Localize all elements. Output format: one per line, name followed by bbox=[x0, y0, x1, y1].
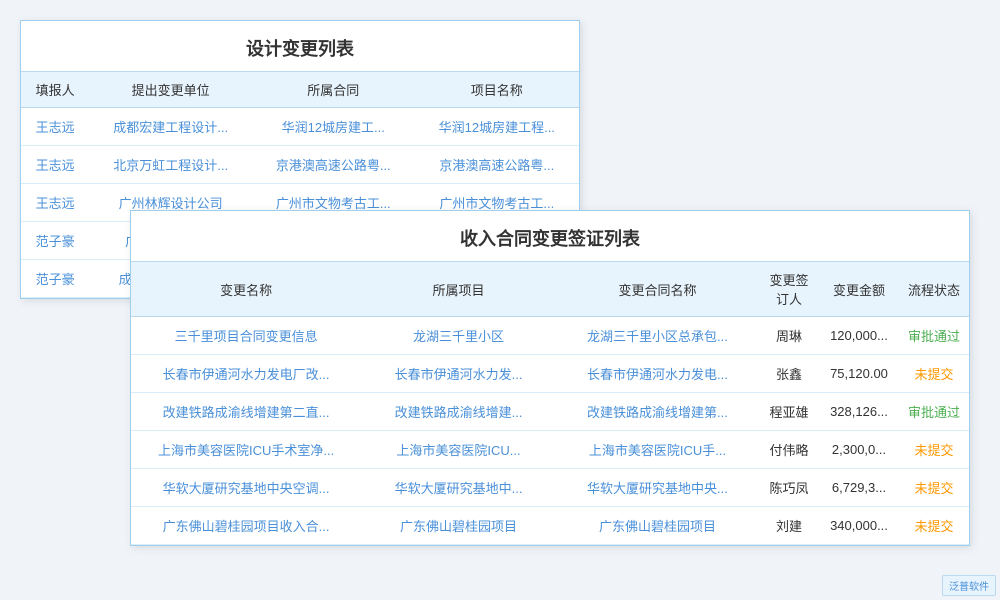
table-cell[interactable]: 广东佛山碧桂园项目 bbox=[556, 507, 759, 545]
table-cell: 2,300,0... bbox=[819, 431, 899, 469]
table-cell[interactable]: 上海市美容医院ICU... bbox=[361, 431, 556, 469]
col-change-name: 变更名称 bbox=[131, 262, 361, 317]
watermark: 泛普软件 bbox=[942, 575, 996, 596]
income-contract-header-row: 变更名称 所属项目 变更合同名称 变更签订人 变更金额 流程状态 bbox=[131, 262, 969, 317]
table-cell[interactable]: 王志远 bbox=[21, 108, 89, 146]
col-contract-name: 变更合同名称 bbox=[556, 262, 759, 317]
table-cell[interactable]: 王志远 bbox=[21, 184, 89, 222]
table-cell: 刘建 bbox=[759, 507, 819, 545]
table-cell: 陈巧凤 bbox=[759, 469, 819, 507]
table-cell: 未提交 bbox=[899, 355, 969, 393]
main-container: 设计变更列表 填报人 提出变更单位 所属合同 项目名称 王志远成都宏建工程设计.… bbox=[0, 0, 1000, 600]
table-cell[interactable]: 龙湖三千里小区 bbox=[361, 317, 556, 355]
table-cell[interactable]: 上海市美容医院ICU手术室净... bbox=[131, 431, 361, 469]
table-cell[interactable]: 广东佛山碧桂园项目收入合... bbox=[131, 507, 361, 545]
table-cell[interactable]: 成都宏建工程设计... bbox=[89, 108, 252, 146]
table-cell: 328,126... bbox=[819, 393, 899, 431]
table-cell[interactable]: 长春市伊通河水力发电厂改... bbox=[131, 355, 361, 393]
table-row: 改建铁路成渝线增建第二直...改建铁路成渝线增建...改建铁路成渝线增建第...… bbox=[131, 393, 969, 431]
income-contract-title: 收入合同变更签证列表 bbox=[131, 211, 969, 261]
table-cell[interactable]: 华软大厦研究基地中... bbox=[361, 469, 556, 507]
table-cell[interactable]: 北京万虹工程设计... bbox=[89, 146, 252, 184]
table-cell[interactable]: 华润12城房建工... bbox=[252, 108, 415, 146]
col-unit: 提出变更单位 bbox=[89, 72, 252, 108]
table-row: 广东佛山碧桂园项目收入合...广东佛山碧桂园项目广东佛山碧桂园项目刘建340,0… bbox=[131, 507, 969, 545]
table-cell[interactable]: 长春市伊通河水力发电... bbox=[556, 355, 759, 393]
col-reporter: 填报人 bbox=[21, 72, 89, 108]
table-row: 王志远北京万虹工程设计...京港澳高速公路粤...京港澳高速公路粤... bbox=[21, 146, 579, 184]
table-cell: 未提交 bbox=[899, 507, 969, 545]
table-cell[interactable]: 长春市伊通河水力发... bbox=[361, 355, 556, 393]
table-cell: 审批通过 bbox=[899, 393, 969, 431]
table-cell: 未提交 bbox=[899, 469, 969, 507]
table-cell: 付伟略 bbox=[759, 431, 819, 469]
col-amount: 变更金额 bbox=[819, 262, 899, 317]
table-cell[interactable]: 三千里项目合同变更信息 bbox=[131, 317, 361, 355]
table-cell[interactable]: 范子豪 bbox=[21, 260, 89, 298]
table-cell[interactable]: 改建铁路成渝线增建... bbox=[361, 393, 556, 431]
table-cell[interactable]: 范子豪 bbox=[21, 222, 89, 260]
col-status: 流程状态 bbox=[899, 262, 969, 317]
table-cell[interactable]: 广东佛山碧桂园项目 bbox=[361, 507, 556, 545]
table-cell[interactable]: 华软大厦研究基地中央空调... bbox=[131, 469, 361, 507]
table-cell: 75,120.00 bbox=[819, 355, 899, 393]
table-cell[interactable]: 王志远 bbox=[21, 146, 89, 184]
table-cell: 周琳 bbox=[759, 317, 819, 355]
table-cell: 程亚雄 bbox=[759, 393, 819, 431]
table-cell: 未提交 bbox=[899, 431, 969, 469]
income-contract-table-card: 收入合同变更签证列表 变更名称 所属项目 变更合同名称 变更签订人 变更金额 流… bbox=[130, 210, 970, 546]
table-row: 上海市美容医院ICU手术室净...上海市美容医院ICU...上海市美容医院ICU… bbox=[131, 431, 969, 469]
table-cell[interactable]: 京港澳高速公路粤... bbox=[415, 146, 579, 184]
table-row: 王志远成都宏建工程设计...华润12城房建工...华润12城房建工程... bbox=[21, 108, 579, 146]
income-contract-table: 变更名称 所属项目 变更合同名称 变更签订人 变更金额 流程状态 三千里项目合同… bbox=[131, 261, 969, 545]
table-row: 三千里项目合同变更信息龙湖三千里小区龙湖三千里小区总承包...周琳120,000… bbox=[131, 317, 969, 355]
watermark-icon: 泛普软件 bbox=[949, 582, 989, 593]
col-contract: 所属合同 bbox=[252, 72, 415, 108]
table-row: 华软大厦研究基地中央空调...华软大厦研究基地中...华软大厦研究基地中央...… bbox=[131, 469, 969, 507]
table-cell: 审批通过 bbox=[899, 317, 969, 355]
table-cell: 340,000... bbox=[819, 507, 899, 545]
col-signer: 变更签订人 bbox=[759, 262, 819, 317]
col-project: 所属项目 bbox=[361, 262, 556, 317]
table-cell: 张鑫 bbox=[759, 355, 819, 393]
design-change-title: 设计变更列表 bbox=[21, 21, 579, 71]
table-cell[interactable]: 华润12城房建工程... bbox=[415, 108, 579, 146]
table-cell[interactable]: 京港澳高速公路粤... bbox=[252, 146, 415, 184]
table-cell: 120,000... bbox=[819, 317, 899, 355]
table-cell[interactable]: 改建铁路成渝线增建第... bbox=[556, 393, 759, 431]
table-cell[interactable]: 上海市美容医院ICU手... bbox=[556, 431, 759, 469]
design-change-header-row: 填报人 提出变更单位 所属合同 项目名称 bbox=[21, 72, 579, 108]
table-cell: 6,729,3... bbox=[819, 469, 899, 507]
table-cell[interactable]: 华软大厦研究基地中央... bbox=[556, 469, 759, 507]
table-cell[interactable]: 龙湖三千里小区总承包... bbox=[556, 317, 759, 355]
table-row: 长春市伊通河水力发电厂改...长春市伊通河水力发...长春市伊通河水力发电...… bbox=[131, 355, 969, 393]
table-cell[interactable]: 改建铁路成渝线增建第二直... bbox=[131, 393, 361, 431]
col-project: 项目名称 bbox=[415, 72, 579, 108]
